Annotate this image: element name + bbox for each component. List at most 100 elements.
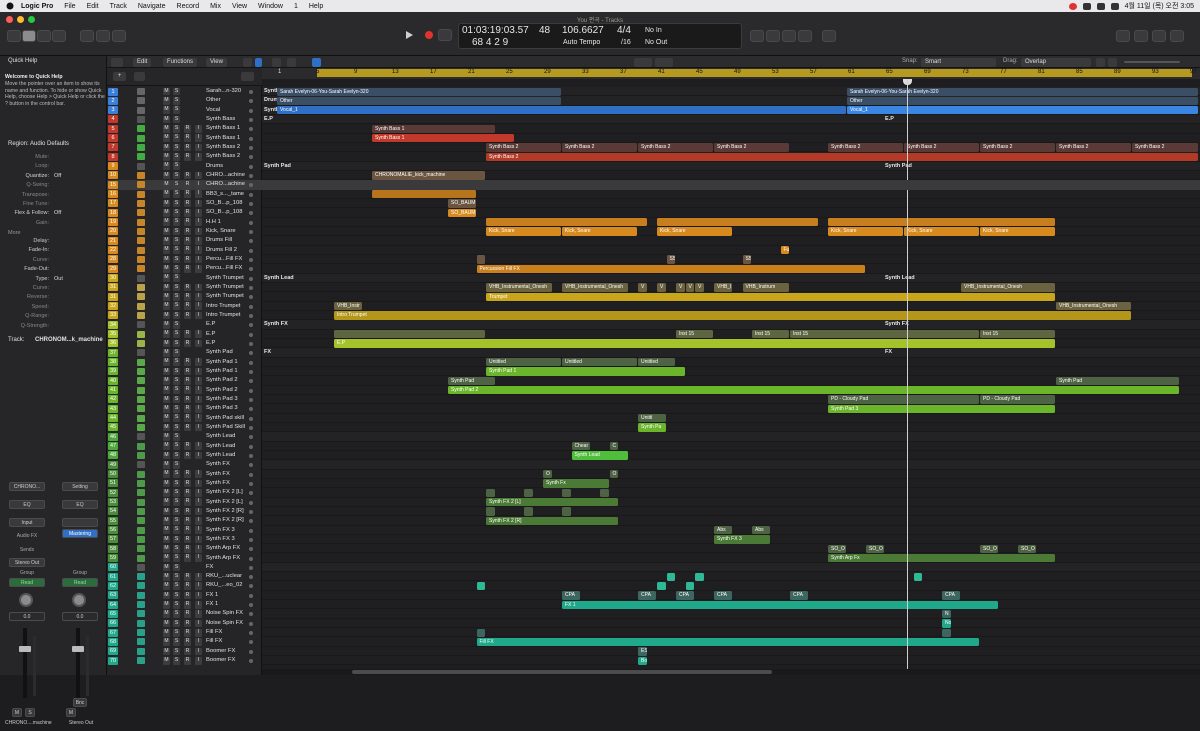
input-monitor-button[interactable]: I	[195, 516, 202, 525]
track-row[interactable]: 64 M S R I FX 1	[107, 600, 1200, 609]
solo-button[interactable]: S	[25, 708, 35, 717]
volume-fader[interactable]	[23, 628, 27, 698]
mute-button[interactable]: M	[163, 115, 170, 124]
track-row[interactable]: 52 M S R I Synth FX 2 [L]	[107, 488, 1200, 497]
track-icon[interactable]	[137, 451, 145, 459]
loop-browser-button[interactable]	[1152, 30, 1166, 42]
param-row[interactable]: Mute:	[0, 154, 107, 163]
mute-button[interactable]: M	[163, 274, 170, 282]
edit-menu[interactable]: Edit	[133, 57, 152, 67]
solo-button[interactable]: S	[173, 237, 180, 245]
mute-button[interactable]: M	[163, 572, 170, 581]
volume-fader-cap-output[interactable]	[72, 646, 84, 652]
track-row[interactable]: 70 M S R I Boomer FX	[107, 656, 1200, 665]
track-icon[interactable]	[137, 507, 145, 515]
mute-button[interactable]: M	[163, 479, 170, 488]
mute-button[interactable]: M	[163, 544, 170, 553]
solo-button[interactable]: S	[173, 470, 180, 478]
solo-button[interactable]: S	[173, 442, 180, 450]
mute-button[interactable]: M	[163, 237, 170, 245]
solo-button[interactable]: S	[173, 488, 180, 497]
input-monitor-button[interactable]: I	[195, 311, 202, 320]
track-name[interactable]: RKU_...uclear	[206, 572, 252, 581]
input-monitor-button[interactable]: I	[195, 302, 202, 310]
track-name[interactable]: Percu...Fill FX	[206, 255, 252, 264]
automation-icon[interactable]	[312, 57, 321, 67]
mute-button[interactable]: M	[163, 516, 170, 525]
record-enable-button[interactable]: R	[184, 451, 191, 460]
input-monitor-button[interactable]: I	[195, 367, 202, 376]
solo-button[interactable]: S	[173, 600, 180, 609]
record-icon[interactable]	[425, 31, 433, 39]
track-icon[interactable]	[137, 601, 145, 609]
input-monitor-button[interactable]: I	[195, 358, 202, 366]
mute-button[interactable]: M	[163, 134, 170, 143]
track-icon[interactable]	[137, 302, 145, 310]
track-name[interactable]: Intro Trumpet	[206, 302, 252, 311]
recording-icon[interactable]	[1068, 2, 1077, 10]
record-enable-button[interactable]: R	[184, 582, 191, 590]
mute-button-output[interactable]: M	[66, 708, 76, 717]
input-monitor-button[interactable]: I	[195, 638, 202, 646]
track-name[interactable]: Noise Spin FX	[206, 609, 252, 618]
solo-button[interactable]: S	[173, 190, 180, 199]
input-monitor-button[interactable]: I	[195, 526, 202, 534]
solo-button[interactable]: S	[173, 498, 180, 506]
solo-button[interactable]: S	[173, 246, 180, 254]
duplicate-track-icon[interactable]	[134, 72, 145, 81]
strip-automation-output[interactable]: Read	[62, 578, 98, 587]
note-pads-button[interactable]	[1134, 30, 1148, 42]
mute-button[interactable]: M	[163, 498, 170, 506]
list-editors-button[interactable]	[1116, 30, 1130, 42]
record-enable-button[interactable]: R	[184, 395, 191, 404]
solo-button[interactable]: S	[173, 367, 180, 376]
mute-button[interactable]: M	[163, 442, 170, 450]
mute-button[interactable]: M	[163, 209, 170, 217]
menu-item[interactable]: Mix	[210, 3, 221, 10]
record-enable-button[interactable]: R	[184, 255, 191, 264]
track-icon[interactable]	[137, 339, 145, 347]
param-row[interactable]: Curve:	[0, 285, 107, 294]
track-row[interactable]: 51 M S R I Synth FX	[107, 479, 1200, 488]
record-enable-button[interactable]: R	[184, 153, 191, 161]
solo-button[interactable]: S	[173, 209, 180, 217]
track-icon[interactable]	[137, 395, 145, 403]
param-row[interactable]: Type: Out	[0, 276, 107, 285]
mute-button[interactable]: M	[163, 386, 170, 394]
track-name[interactable]: Synth Pad 1	[206, 367, 252, 376]
track-row[interactable]: 62 M S R I RKU_...eo_02	[107, 581, 1200, 590]
volume-fader-output[interactable]	[76, 628, 80, 698]
param-row[interactable]: Gain:	[0, 220, 107, 229]
strip-link-button[interactable]	[62, 518, 98, 527]
menu-item[interactable]: Edit	[87, 3, 99, 10]
pan-knob-output[interactable]	[72, 593, 86, 607]
input-monitor-button[interactable]: I	[195, 498, 202, 506]
record-enable-button[interactable]: R	[184, 358, 191, 366]
track-row[interactable]: 60 M S FX	[107, 563, 1200, 572]
input-monitor-button[interactable]: I	[195, 451, 202, 460]
flex-icon[interactable]	[287, 57, 296, 67]
menu-item[interactable]: Navigate	[138, 3, 166, 10]
mute-button[interactable]: M	[163, 535, 170, 544]
track-row[interactable]: 18 M S R I SO_B...p_108	[107, 208, 1200, 217]
track-row[interactable]: 67 M S R I Fill FX	[107, 628, 1200, 637]
record-enable-button[interactable]: R	[184, 638, 191, 646]
more-section[interactable]: More	[8, 230, 21, 236]
record-enable-button[interactable]: R	[184, 265, 191, 273]
param-row[interactable]: Quantize: Off	[0, 173, 107, 182]
track-row[interactable]: 31 M S R I Synth Trumpet	[107, 283, 1200, 292]
solo-button[interactable]: S	[173, 199, 180, 208]
mute-button[interactable]: M	[163, 470, 170, 478]
track-row[interactable]: 35 M S R I E.P	[107, 330, 1200, 339]
track-icon[interactable]	[137, 619, 145, 627]
input-monitor-button[interactable]: I	[195, 591, 202, 600]
track-row[interactable]: 59 M S R I Synth Arp FX	[107, 554, 1200, 563]
record-enable-button[interactable]: R	[184, 209, 191, 217]
input-monitor-button[interactable]: I	[195, 293, 202, 301]
track-name[interactable]: Synth Arp FX	[206, 554, 252, 563]
solo-button[interactable]: S	[173, 87, 180, 96]
track-name[interactable]: Synth Lead	[206, 442, 252, 451]
solo-button[interactable]: S	[173, 386, 180, 394]
search-icon[interactable]	[1110, 2, 1119, 10]
track-row[interactable]: 28 M S R I Percu...Fill FX	[107, 255, 1200, 264]
